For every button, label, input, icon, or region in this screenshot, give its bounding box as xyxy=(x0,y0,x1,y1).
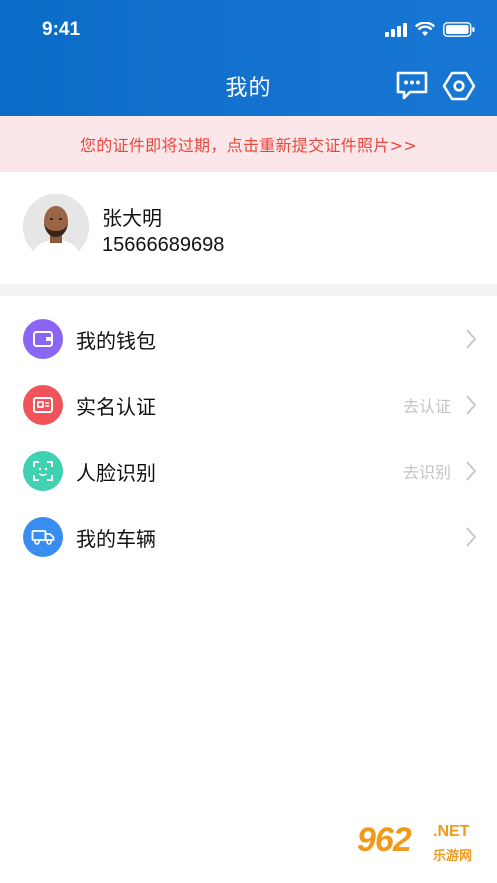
face-scan-icon xyxy=(23,451,63,491)
chevron-right-icon xyxy=(466,461,477,481)
settings-hex-icon xyxy=(442,71,476,101)
status-icons xyxy=(385,22,475,37)
chevron-right-icon xyxy=(466,527,477,547)
menu-label: 人脸识别 xyxy=(76,461,156,485)
menu-hint: 去识别 xyxy=(402,463,451,482)
menu-label: 我的钱包 xyxy=(76,329,156,353)
app-header: 9:41 我的 xyxy=(0,0,497,116)
settings-button[interactable] xyxy=(441,68,477,104)
profile-card[interactable]: 张大明 15666689698 xyxy=(0,172,497,284)
message-icon xyxy=(396,71,428,100)
menu-list: 我的钱包 实名认证 去认证 人脸识别 去识别 我的车辆 xyxy=(0,306,497,570)
menu-hint: 去认证 xyxy=(402,397,451,416)
message-button[interactable] xyxy=(394,68,430,104)
watermark-number: 962 xyxy=(357,821,412,859)
section-divider xyxy=(0,284,497,296)
signal-icon xyxy=(385,22,407,37)
avatar xyxy=(23,194,89,260)
watermark-net: .NET xyxy=(433,823,470,840)
chevron-right-icon xyxy=(466,329,477,349)
avatar-photo xyxy=(23,194,89,260)
truck-icon xyxy=(23,517,63,557)
user-phone: 15666689698 xyxy=(102,234,225,256)
battery-icon xyxy=(443,22,475,37)
id-card-icon xyxy=(23,385,63,425)
menu-label: 我的车辆 xyxy=(76,527,156,551)
wallet-icon xyxy=(23,319,63,359)
menu-item-wallet[interactable]: 我的钱包 xyxy=(0,306,497,372)
wifi-icon xyxy=(415,22,435,36)
menu-item-real-name-auth[interactable]: 实名认证 去认证 xyxy=(0,372,497,438)
menu-item-my-vehicles[interactable]: 我的车辆 xyxy=(0,504,497,570)
expiry-notice-banner[interactable]: 您的证件即将过期，点击重新提交证件照片>> xyxy=(0,116,497,172)
site-watermark: 962 .NET 乐游网 xyxy=(349,821,489,873)
chevron-right-icon xyxy=(466,395,477,415)
status-time: 9:41 xyxy=(42,19,81,40)
menu-item-face-recognition[interactable]: 人脸识别 去识别 xyxy=(0,438,497,504)
watermark-site: 乐游网 xyxy=(433,849,473,864)
menu-label: 实名认证 xyxy=(76,395,156,419)
user-name: 张大明 xyxy=(102,206,162,230)
